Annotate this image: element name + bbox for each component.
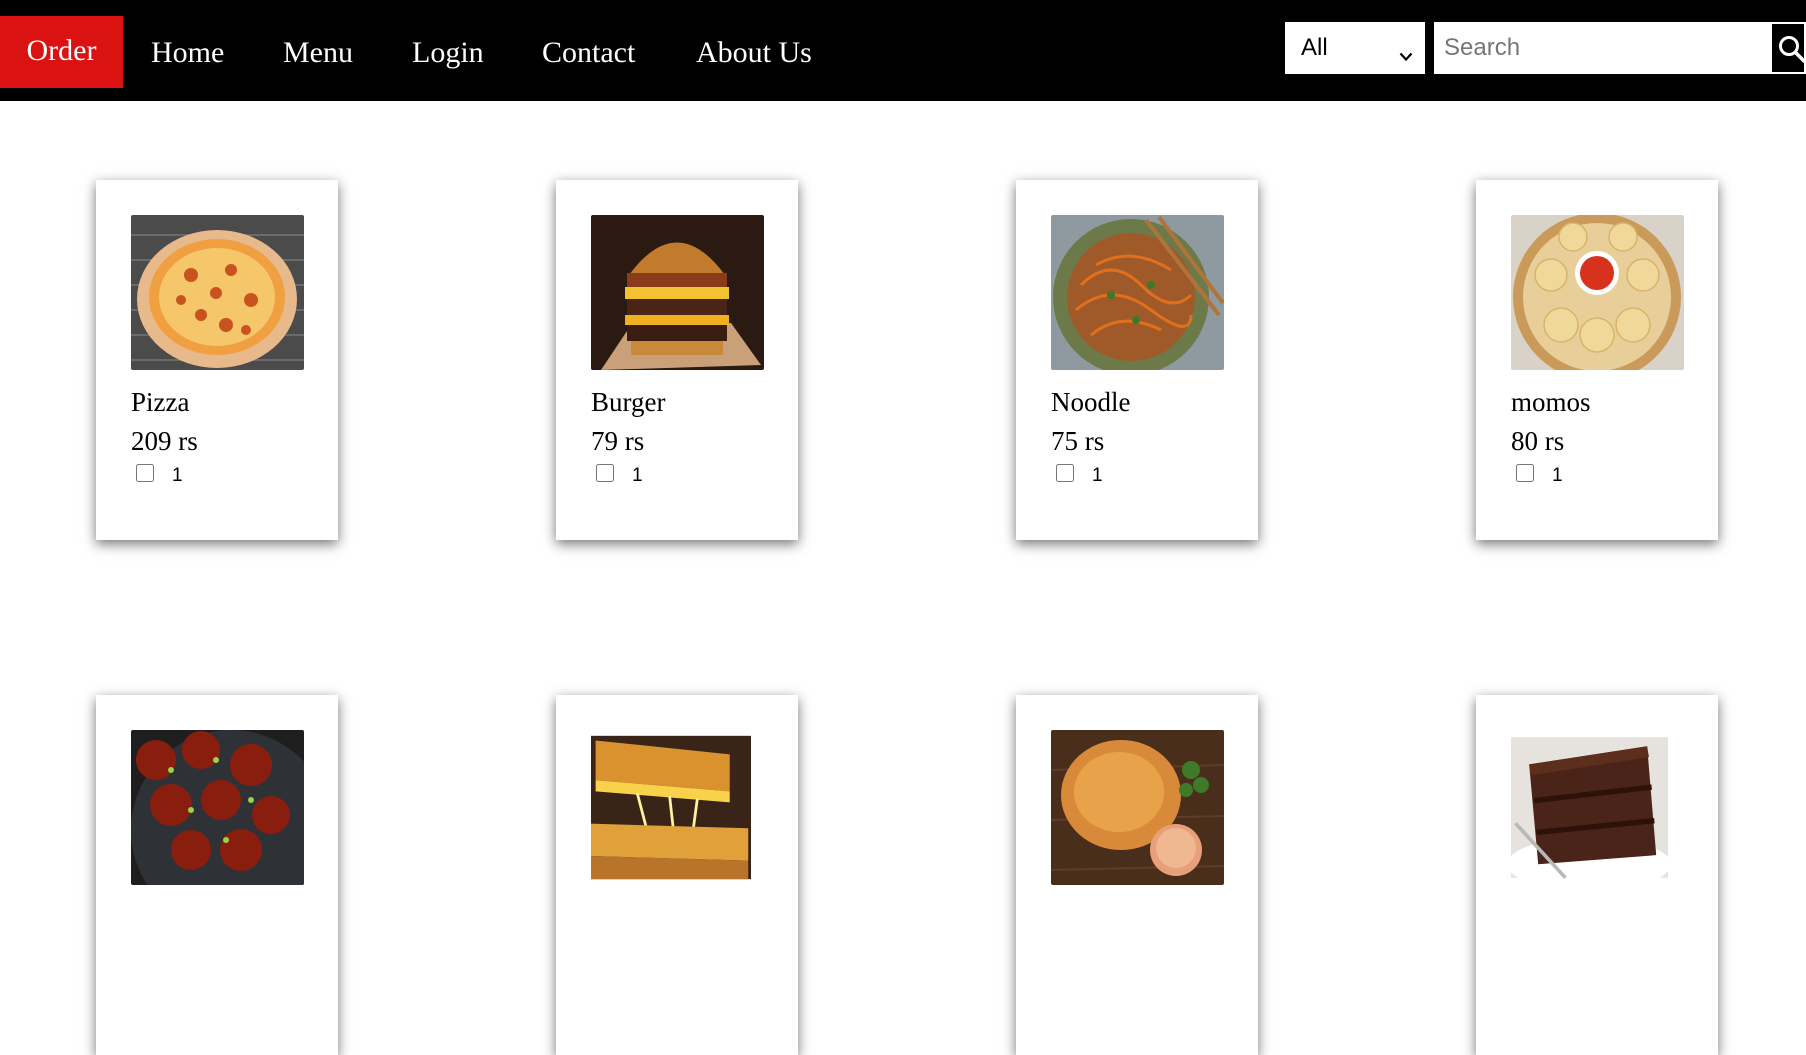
nav-link-home[interactable]: Home [151,30,224,76]
food-card-burger: Burger 79 rs 1 [556,180,798,540]
food-card-manchurian [96,695,338,1055]
nav-link-about-us[interactable]: About Us [696,30,812,76]
food-card-noodle: Noodle 75 rs 1 [1016,180,1258,540]
food-name: Noodle [1051,387,1131,417]
select-checkbox[interactable] [136,464,154,482]
nav-link-contact[interactable]: Contact [542,30,635,76]
search-icon [1779,36,1806,63]
select-checkbox[interactable] [1516,464,1534,482]
chocolate-cake-image [1511,737,1668,885]
food-name: Burger [591,387,666,417]
food-card-sandwich [556,695,798,1055]
pizza-image [131,215,304,370]
manchurian-image [131,730,304,885]
select-checkbox[interactable] [1056,464,1074,482]
category-select[interactable]: All [1285,22,1425,74]
burger-image [591,215,764,370]
food-price: 209 rs [131,426,198,456]
food-card-chocolate-cake [1476,695,1718,1055]
noodle-image [1051,215,1224,370]
select-checkbox[interactable] [596,464,614,482]
chevron-down-icon [1399,41,1413,69]
quantity-label: 1 [1552,465,1563,486]
quantity-label: 1 [172,465,183,486]
quantity-label: 1 [632,465,643,486]
search-button[interactable] [1770,22,1806,74]
food-card-momos: momos 80 rs 1 [1476,180,1718,540]
navbar: Order Home Menu Login Contact About Us A… [0,0,1806,101]
momos-image [1511,215,1684,370]
food-card-pizza: Pizza 209 rs 1 [96,180,338,540]
search-input[interactable] [1434,22,1770,74]
food-price: 79 rs [591,426,645,456]
food-price: 75 rs [1051,426,1105,456]
sandwich-image [591,735,751,880]
nav-link-login[interactable]: Login [412,30,484,76]
quantity-label: 1 [1092,465,1103,486]
category-select-value: All [1301,34,1328,61]
pastry-image [1051,730,1224,885]
food-name: Pizza [131,387,190,417]
food-name: momos [1511,387,1591,417]
food-card-pastry [1016,695,1258,1055]
food-price: 80 rs [1511,426,1565,456]
nav-link-menu[interactable]: Menu [283,30,353,76]
brand-order-button[interactable]: Order [0,16,123,88]
